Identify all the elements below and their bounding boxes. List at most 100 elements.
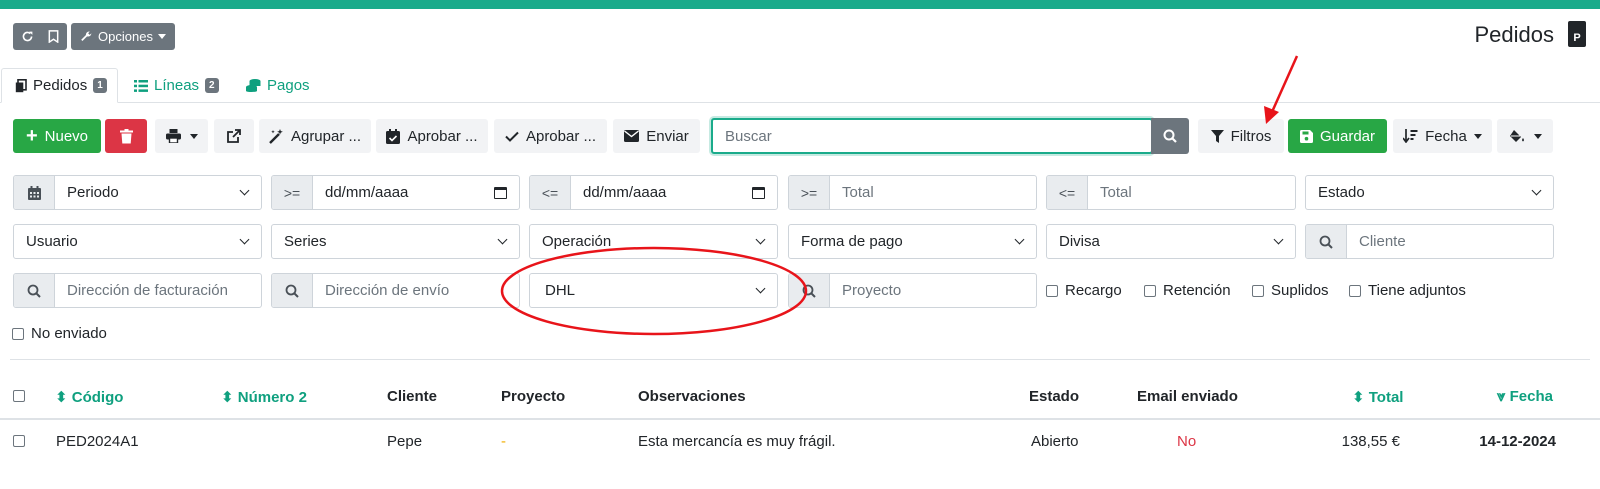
check-icon <box>505 131 519 142</box>
suplidos-checkbox[interactable]: Suplidos <box>1252 282 1329 299</box>
group-button[interactable]: Agrupar ... <box>259 119 371 153</box>
column-fecha-label: Fecha <box>1509 388 1553 405</box>
sort-button[interactable]: Fecha <box>1393 119 1492 153</box>
column-codigo[interactable]: ⬍ Código <box>55 388 123 406</box>
reload-icon[interactable] <box>21 30 34 43</box>
usuario-select[interactable]: Usuario <box>13 224 262 259</box>
forma-pago-select[interactable]: Forma de pago <box>788 224 1037 259</box>
approve-button-2[interactable]: Aprobar ... <box>494 119 607 153</box>
estado-select[interactable]: Estado <box>1305 175 1554 210</box>
checkbox-box[interactable] <box>1252 284 1264 297</box>
search-icon <box>272 274 313 307</box>
tab-lineas[interactable]: Líneas 2 <box>134 68 219 103</box>
chevron-down-icon <box>1012 234 1026 245</box>
save-icon <box>1299 129 1313 143</box>
envelope-icon <box>624 130 640 142</box>
tab-pedidos-label: Pedidos <box>33 77 88 94</box>
color-button[interactable] <box>1497 119 1553 153</box>
total-from-field[interactable]: >= Total <box>788 175 1037 210</box>
proyecto-placeholder: Proyecto <box>842 282 902 299</box>
save-button[interactable]: Guardar <box>1288 119 1387 153</box>
checkbox-box[interactable] <box>12 327 24 340</box>
top-accent-bar <box>0 0 1600 9</box>
trash-icon <box>119 128 133 144</box>
recargo-checkbox[interactable]: Recargo <box>1046 282 1122 299</box>
checkbox-box[interactable] <box>1349 284 1361 297</box>
filters-button[interactable]: Filtros <box>1198 119 1284 153</box>
column-codigo-label: Código <box>71 389 124 406</box>
series-value: Series <box>284 233 327 250</box>
tab-pagos[interactable]: Pagos <box>246 68 310 103</box>
carrier-select[interactable]: DHL <box>529 273 778 308</box>
divisa-select[interactable]: Divisa <box>1046 224 1296 259</box>
series-select[interactable]: Series <box>271 224 520 259</box>
bookmark-icon[interactable] <box>48 30 59 43</box>
column-estado: Estado <box>1029 388 1080 405</box>
calendar-picker-icon[interactable] <box>494 186 507 199</box>
open-external-button[interactable] <box>214 119 254 153</box>
total-to-field[interactable]: <= Total <box>1046 175 1296 210</box>
chevron-down-icon <box>495 234 509 245</box>
column-total[interactable]: ⬍ Total <box>1352 388 1403 406</box>
estado-value: Estado <box>1318 184 1365 201</box>
date-to-field[interactable]: <= dd/mm/aaaa <box>529 175 778 210</box>
cliente-field[interactable]: Cliente <box>1305 224 1554 259</box>
shipping-address-field[interactable]: Dirección de envío <box>271 273 520 308</box>
tab-pedidos-badge: 1 <box>93 78 107 93</box>
send-button[interactable]: Enviar <box>613 119 700 153</box>
print-button[interactable] <box>155 119 208 153</box>
suplidos-label: Suplidos <box>1271 282 1329 299</box>
gte-addon: >= <box>272 176 313 209</box>
operacion-select[interactable]: Operación <box>529 224 778 259</box>
search-icon <box>14 274 55 307</box>
cell-proyecto: - <box>501 433 506 450</box>
chevron-down-icon <box>157 34 166 39</box>
options-button[interactable]: Opciones <box>71 23 175 50</box>
proyecto-field[interactable]: Proyecto <box>788 273 1037 308</box>
column-fecha[interactable]: ⩔ Fecha <box>1497 388 1553 405</box>
chevron-down-icon <box>753 283 767 294</box>
date-from-field[interactable]: >= dd/mm/aaaa <box>271 175 520 210</box>
search-input[interactable] <box>725 127 1151 145</box>
cell-total: 138,55 € <box>1341 433 1400 450</box>
annotation-arrow-line <box>1270 55 1299 113</box>
column-cliente: Cliente <box>387 388 438 405</box>
billing-address-field[interactable]: Dirección de facturación <box>13 273 262 308</box>
checkbox-box[interactable] <box>1046 284 1058 297</box>
approve-button-1[interactable]: Aprobar ... <box>376 119 488 153</box>
row-checkbox[interactable] <box>13 435 25 447</box>
sort-amount-icon <box>1403 129 1418 143</box>
sort-icon: ⬍ <box>221 389 238 406</box>
tab-pedidos[interactable]: Pedidos 1 <box>1 68 118 103</box>
new-button[interactable]: + Nuevo <box>13 119 101 153</box>
search-button[interactable] <box>1151 118 1189 154</box>
group-label: Agrupar ... <box>290 127 362 145</box>
chevron-down-icon <box>1271 234 1285 245</box>
calendar-picker-icon[interactable] <box>752 186 765 199</box>
column-observaciones: Observaciones <box>638 388 746 405</box>
cell-cliente: Pepe <box>387 433 423 450</box>
cell-codigo[interactable]: PED2024A1 <box>56 433 139 450</box>
plus-icon: + <box>25 125 38 147</box>
column-total-label: Total <box>1368 389 1404 406</box>
filters-label: Filtros <box>1230 127 1272 145</box>
new-label: Nuevo <box>44 127 89 145</box>
copy-icon <box>15 78 27 93</box>
period-select[interactable]: Periodo <box>13 175 262 210</box>
column-numero2[interactable]: ⬍ Número 2 <box>221 388 307 406</box>
tiene-adjuntos-checkbox[interactable]: Tiene adjuntos <box>1349 282 1466 299</box>
approve-label-2: Aprobar ... <box>525 127 597 145</box>
checkbox-box[interactable] <box>1144 284 1156 297</box>
shipping-address-placeholder: Dirección de envío <box>325 282 450 299</box>
divisa-value: Divisa <box>1059 233 1100 250</box>
gte-addon: >= <box>789 176 830 209</box>
sort-label: Fecha <box>1425 127 1467 145</box>
retencion-checkbox[interactable]: Retención <box>1144 282 1231 299</box>
no-enviado-checkbox[interactable]: No enviado <box>12 325 107 342</box>
recargo-label: Recargo <box>1065 282 1122 299</box>
search-icon <box>1306 225 1347 258</box>
delete-button[interactable] <box>105 119 147 153</box>
date-to-value: dd/mm/aaaa <box>583 184 667 201</box>
select-all-checkbox[interactable] <box>13 390 25 402</box>
search-field <box>711 118 1153 154</box>
